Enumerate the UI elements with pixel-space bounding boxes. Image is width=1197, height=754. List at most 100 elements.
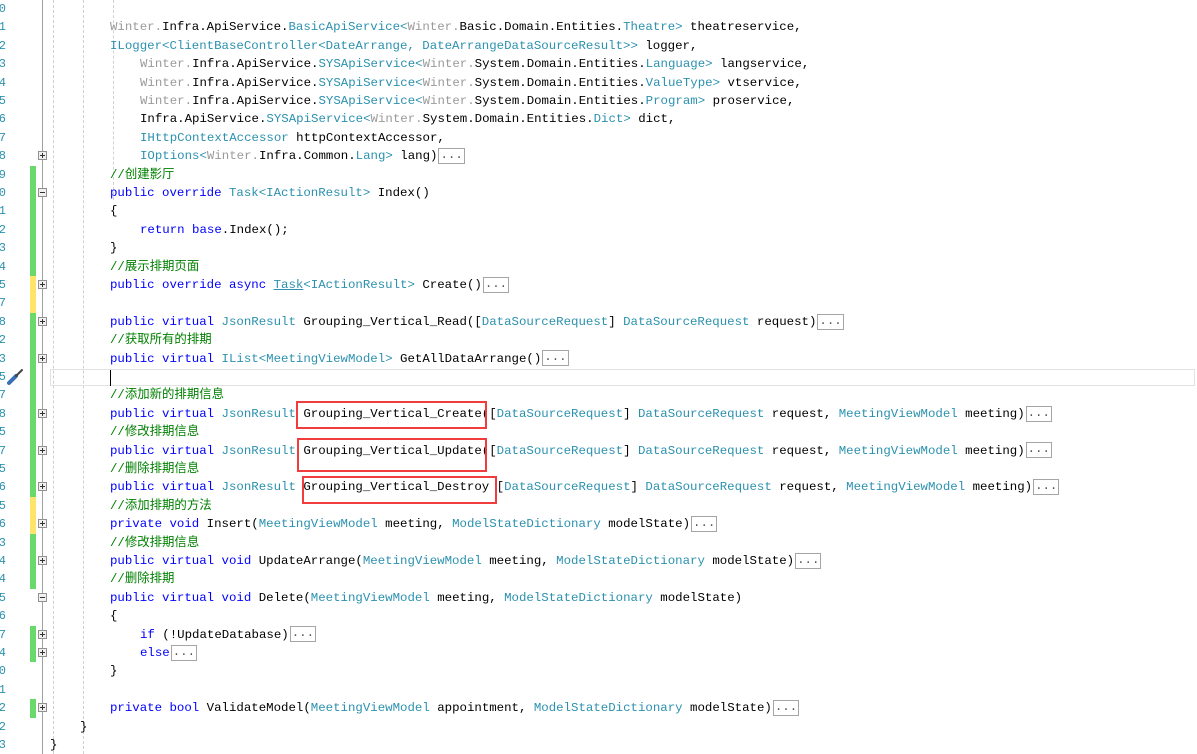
code-token: }	[110, 664, 118, 679]
code-text: public virtual void Delete(MeetingViewMo…	[110, 589, 742, 607]
code-text: public virtual void UpdateArrange(Meetin…	[110, 552, 822, 570]
code-token: JsonResult	[221, 443, 296, 458]
code-line: 1 Winter.Infra.ApiService.BasicApiService…	[0, 18, 1197, 36]
expand-icon[interactable]	[38, 151, 47, 161]
line-number: 2	[0, 719, 6, 734]
collapsed-region-button[interactable]: ...	[772, 699, 800, 716]
code-line: 4 //删除排期	[0, 570, 1197, 589]
collapsed-region-button[interactable]: ...	[542, 350, 569, 367]
code-token: //修改排期信息	[110, 535, 200, 550]
change-marker-yellow	[30, 276, 36, 295]
line-number: 3	[0, 241, 6, 256]
code-token: request)	[749, 314, 817, 329]
expand-icon[interactable]	[38, 703, 47, 713]
code-text: public virtual JsonResult Grouping_Verti…	[110, 405, 1052, 423]
code-token: public virtual void	[110, 590, 259, 605]
code-line: 8 public virtual JsonResult Grouping_Vert…	[0, 404, 1197, 424]
code-line: 4 public virtual void UpdateArrange(Meeti…	[0, 552, 1197, 571]
code-text: //添加新的排期信息	[110, 386, 224, 404]
code-token: BasicApiService<	[288, 20, 408, 35]
line-number: 7	[0, 443, 6, 458]
code-token: Infra.ApiService.	[192, 75, 319, 90]
code-text: //展示排期页面	[110, 258, 199, 276]
code-token: //展示排期页面	[110, 259, 200, 274]
collapsed-region-button[interactable]: ...	[1025, 405, 1052, 422]
collapsed-region-button[interactable]: ...	[817, 313, 844, 330]
code-token: MeetingViewModel	[838, 443, 958, 458]
code-token: public virtual	[110, 314, 222, 329]
code-line: 3}	[0, 239, 1197, 258]
code-text: Winter.Infra.ApiService.SYSApiService<Wi…	[140, 74, 802, 92]
code-token: System.Domain.Entities.	[474, 75, 646, 90]
code-token: Infra.ApiService.	[140, 112, 267, 127]
code-text: if (!UpdateDatabase)...	[140, 626, 317, 644]
code-text: //删除排期	[110, 570, 174, 588]
expand-icon[interactable]	[38, 445, 47, 455]
code-text: //修改排期信息	[110, 423, 199, 441]
collapse-icon[interactable]	[38, 592, 47, 602]
collapsed-region-button[interactable]: ...	[170, 644, 198, 661]
change-marker-green	[30, 460, 36, 479]
change-marker-green	[30, 625, 36, 644]
code-text: //获取所有的排期	[110, 331, 212, 349]
line-number: 4	[0, 572, 6, 587]
collapsed-region-button[interactable]: ...	[1025, 442, 1052, 459]
line-number: 6	[0, 480, 6, 495]
line-number: 4	[0, 554, 6, 568]
line-number: 2	[0, 38, 6, 53]
collapsed-region-button[interactable]: ...	[438, 147, 465, 164]
code-token: SYSApiService<	[318, 57, 423, 72]
code-token: DataSourceRequest	[504, 480, 631, 495]
code-token: Language>	[645, 57, 713, 72]
collapsed-region-button[interactable]: ...	[289, 626, 317, 643]
code-token: ModelStateDictionary	[504, 590, 653, 605]
line-number: 8	[0, 314, 6, 329]
collapsed-region-button[interactable]: ...	[691, 515, 718, 532]
line-number: 5	[0, 498, 6, 513]
expand-icon[interactable]	[38, 556, 47, 565]
expand-icon[interactable]	[38, 408, 47, 418]
code-token: langservice,	[712, 57, 810, 72]
code-token: Infra.ApiService.	[192, 94, 319, 108]
code-token: JsonResult	[221, 480, 296, 495]
code-token: Winter.	[422, 57, 475, 72]
code-token: Delete(	[258, 590, 311, 605]
code-line: 8 IOptions<Winter.Infra.Common.Lang> lang…	[0, 147, 1197, 165]
line-number: 2	[0, 222, 6, 237]
expand-icon[interactable]	[38, 353, 47, 363]
code-editor[interactable]: 0 1 Winter.Infra.ApiService.BasicApiServic…	[0, 0, 1197, 754]
change-marker-green	[30, 331, 36, 350]
code-token: Winter.	[140, 94, 193, 108]
change-marker-green	[30, 423, 36, 442]
expand-icon[interactable]	[38, 482, 47, 492]
line-number: 7	[0, 130, 6, 145]
line-number: 3	[0, 535, 6, 550]
expand-icon[interactable]	[38, 316, 47, 326]
expand-icon[interactable]	[38, 280, 47, 289]
line-number: 1	[0, 682, 6, 697]
expand-icon[interactable]	[38, 519, 47, 529]
expand-icon[interactable]	[38, 629, 47, 639]
code-line: 1{	[0, 202, 1197, 221]
code-token: //获取所有的排期	[110, 333, 212, 348]
change-marker-yellow	[30, 294, 36, 313]
code-text: Winter.Infra.ApiService.SYSApiService<Wi…	[140, 92, 794, 110]
code-token: meeting,	[377, 517, 453, 532]
code-token: Index()	[370, 186, 430, 200]
code-line: 2 //获取所有的排期	[0, 331, 1197, 350]
code-token: logger,	[637, 38, 698, 53]
code-token: JsonResult	[221, 406, 296, 421]
code-token: request,	[764, 443, 839, 458]
quick-action-screwdriver-icon[interactable]	[6, 368, 24, 386]
change-marker-green	[30, 368, 36, 387]
collapsed-region-button[interactable]: ...	[1033, 479, 1060, 496]
expand-icon[interactable]	[38, 648, 47, 657]
code-line: 5 //删除排期信息	[0, 460, 1197, 479]
code-line: 2 ILogger<ClientBaseController<DateArrang…	[0, 37, 1197, 55]
code-line: 3}	[0, 736, 1197, 754]
change-marker-yellow	[30, 496, 36, 516]
code-token: modelState)	[682, 701, 772, 716]
collapse-icon[interactable]	[38, 188, 47, 197]
collapsed-region-button[interactable]: ...	[795, 552, 822, 569]
collapsed-region-button[interactable]: ...	[482, 276, 510, 293]
